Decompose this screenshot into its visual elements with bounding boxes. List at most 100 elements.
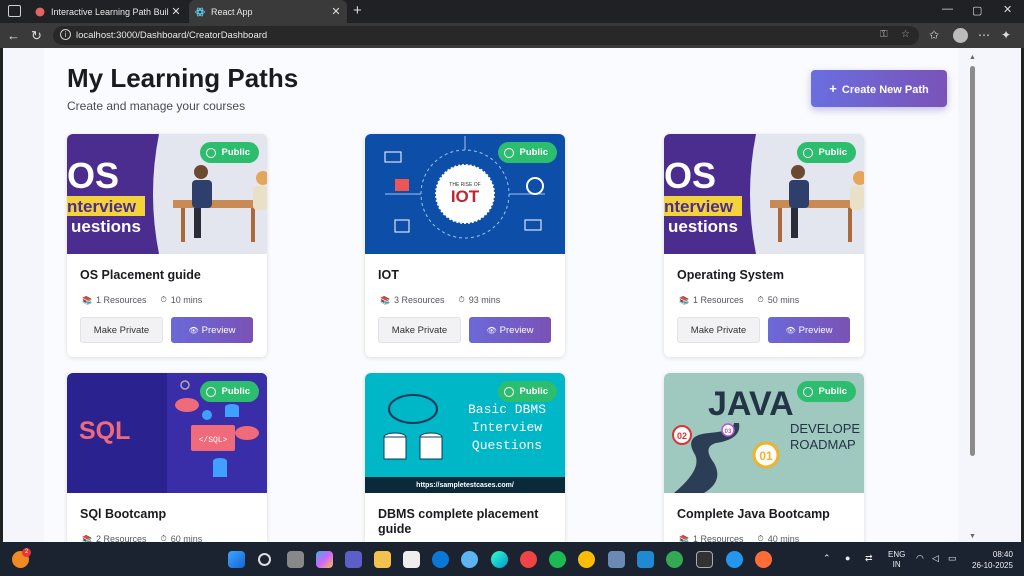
favorites-icon[interactable]: ✩ — [929, 28, 939, 42]
spotify-icon[interactable] — [549, 551, 566, 568]
course-card[interactable]: OS nterview uestions Public Operating Sy… — [664, 134, 864, 357]
resources-count: 1 Resources — [692, 534, 744, 542]
taskbar: 2 ⌃ ● ⇄ ENG IN ◠ ◁ ▭ 08:40 26-10-2025 — [0, 542, 1024, 576]
tray-chevron-icon[interactable]: ⌃ — [823, 553, 831, 564]
visibility-badge: Public — [797, 381, 856, 402]
start-icon[interactable] — [228, 551, 245, 568]
os-thumb-line2: uestions — [71, 217, 141, 236]
site-info-icon[interactable]: i — [60, 29, 71, 40]
course-card[interactable]: JAVA DEVELOPE ROADMAP 02 03 01 Public Co… — [664, 373, 864, 542]
profile-avatar[interactable] — [953, 28, 968, 43]
make-private-button[interactable]: Make Private — [378, 317, 461, 343]
copilot-icon[interactable]: ✦ — [1001, 28, 1011, 42]
chrome-icon[interactable] — [520, 551, 537, 568]
sync-icon[interactable]: ⇄ — [865, 553, 873, 564]
course-meta: 📚 1 Resources ⏱ 50 mins — [679, 295, 799, 305]
tab-learning-path[interactable]: Interactive Learning Path Builder... ✕ — [27, 0, 187, 23]
app-icon[interactable] — [461, 551, 478, 568]
tab-react-app[interactable]: React App ✕ — [189, 0, 347, 23]
course-card[interactable]: Basic DBMS Interview Questions https://s… — [365, 373, 565, 542]
preview-button[interactable]: 👁 Preview — [171, 317, 253, 343]
resources-icon: 📚 — [82, 534, 92, 543]
copilot-app-icon[interactable] — [316, 551, 333, 568]
duration: 10 mins — [170, 295, 203, 305]
chrome-app-icon[interactable] — [666, 551, 683, 568]
preview-button[interactable]: 👁 Preview — [768, 317, 850, 343]
address-bar[interactable]: i localhost:3000/Dashboard/CreatorDashbo… — [53, 26, 919, 45]
dbms-thumb-line3: Questions — [472, 438, 542, 453]
course-card[interactable]: SQL </SQL> Public SQl Bootcamp 📚 2 Resour… — [67, 373, 267, 542]
volume-icon[interactable]: ◁ — [932, 553, 939, 564]
back-icon[interactable]: ← — [7, 28, 20, 43]
sql-thumb-tag: </SQL> — [199, 436, 228, 445]
java-step-1: 01 — [759, 449, 773, 463]
language-indicator[interactable]: ENG IN — [888, 550, 905, 570]
reload-icon[interactable]: ↻ — [31, 28, 42, 44]
postman-icon[interactable] — [755, 551, 772, 568]
plus-icon: + — [829, 81, 837, 96]
preview-label: Preview — [201, 324, 236, 336]
iot-thumb-title: IOT — [451, 187, 480, 206]
close-tab-icon[interactable]: ✕ — [169, 5, 183, 18]
minimize-icon[interactable]: — — [942, 3, 953, 15]
hp-icon[interactable] — [432, 551, 449, 568]
java-thumb-line2: ROADMAP — [790, 437, 856, 452]
tab-title: React App — [211, 6, 253, 17]
java-step-2: 02 — [677, 431, 687, 441]
url-text[interactable]: localhost:3000/Dashboard/CreatorDashboar… — [76, 30, 267, 41]
chrome-profile-icon[interactable] — [578, 551, 595, 568]
close-tab-icon[interactable]: ✕ — [329, 5, 343, 18]
course-title: Operating System — [677, 268, 784, 282]
course-meta: 📚 3 Resources ⏱ 93 mins — [380, 295, 500, 305]
resources-count: 2 Resources — [95, 534, 147, 542]
tab-strip: Interactive Learning Path Builder... ✕ R… — [0, 0, 1024, 23]
maximize-icon[interactable]: ▢ — [972, 4, 982, 17]
vscode-icon[interactable] — [637, 551, 654, 568]
eye-icon: 👁 — [486, 325, 497, 335]
terminal-icon[interactable] — [696, 551, 713, 568]
scrollbar-thumb[interactable] — [970, 66, 975, 456]
wifi-icon[interactable]: ◠ — [916, 553, 924, 564]
make-private-button[interactable]: Make Private — [677, 317, 760, 343]
course-card[interactable]: OS nterview uestions Public OS Placement… — [67, 134, 267, 357]
create-new-path-button[interactable]: + Create New Path — [811, 70, 947, 107]
preview-button[interactable]: 👁 Preview — [469, 317, 551, 343]
timer-icon: ⏱ — [757, 295, 764, 304]
make-private-button[interactable]: Make Private — [80, 317, 163, 343]
tab-actions-icon[interactable] — [8, 5, 21, 17]
duration: 50 mins — [767, 295, 800, 305]
key-icon[interactable]: ⚿ — [880, 29, 888, 40]
edge-icon[interactable] — [491, 551, 508, 568]
clock[interactable]: 08:40 26-10-2025 — [972, 549, 1013, 571]
visibility-badge: Public — [498, 381, 557, 402]
badge-label: Public — [221, 386, 250, 397]
course-title: OS Placement guide — [80, 268, 201, 282]
page-favicon-icon — [35, 7, 45, 16]
postgres-icon[interactable] — [608, 551, 625, 568]
create-button-label: Create New Path — [841, 84, 929, 96]
task-view-icon[interactable] — [287, 551, 304, 568]
course-card[interactable]: THE RISE OF IOT Public IOT 📚 3 Resources ⏱… — [365, 134, 565, 357]
visibility-badge: Public — [498, 142, 557, 163]
page-scrollbar[interactable]: ▲ ▼ — [969, 54, 977, 540]
docker-icon[interactable] — [726, 551, 743, 568]
search-icon[interactable] — [258, 553, 271, 566]
teams-icon[interactable] — [345, 551, 362, 568]
scroll-up-icon[interactable]: ▲ — [969, 54, 976, 61]
resources-count: 1 Resources — [692, 295, 744, 305]
antivirus-icon[interactable]: ● — [845, 553, 850, 563]
os-thumb-line1: nterview — [67, 197, 137, 216]
dbms-thumb-url: https://sampletestcases.com/ — [416, 482, 514, 489]
badge-label: Public — [818, 147, 847, 158]
bookmark-star-icon[interactable]: ☆ — [901, 29, 910, 40]
battery-icon[interactable]: ▭ — [948, 553, 957, 564]
scroll-down-icon[interactable]: ▼ — [969, 533, 976, 540]
lang-region: IN — [892, 560, 901, 569]
more-icon[interactable]: ⋯ — [978, 28, 990, 42]
file-explorer-icon[interactable] — [374, 551, 391, 568]
resources-icon: 📚 — [380, 295, 390, 305]
store-icon[interactable] — [403, 551, 420, 568]
close-window-icon[interactable]: ✕ — [1003, 3, 1012, 16]
new-tab-icon[interactable]: + — [353, 2, 362, 19]
visibility-badge: Public — [200, 381, 259, 402]
